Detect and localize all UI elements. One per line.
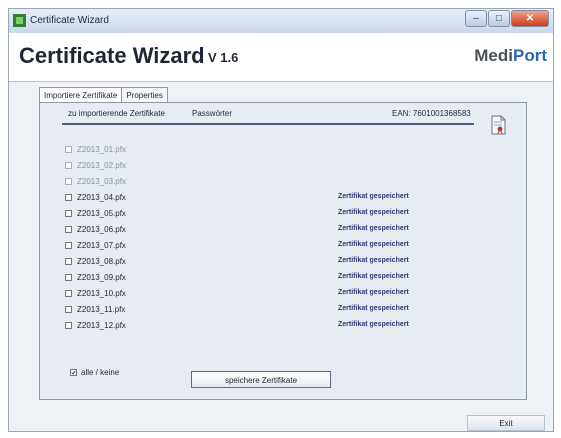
certificate-filename: Z2013_09.pfx xyxy=(77,273,126,282)
certificate-status: Zertifikat gespeichert xyxy=(338,305,409,312)
certificate-filename: Z2013_04.pfx xyxy=(77,193,126,202)
header-divider xyxy=(9,81,553,82)
title-bar: Certificate Wizard – □ ✕ xyxy=(9,9,553,34)
window-controls: – □ ✕ xyxy=(464,10,549,27)
certificate-checkbox[interactable] xyxy=(65,194,72,201)
certificate-checkbox[interactable] xyxy=(65,306,72,313)
window-title: Certificate Wizard xyxy=(30,15,109,26)
app-icon xyxy=(13,14,26,27)
select-all-checkbox[interactable] xyxy=(70,369,77,376)
certificate-status: Zertifikat gespeichert xyxy=(338,193,409,200)
certificate-filename: Z2013_10.pfx xyxy=(77,289,126,298)
ean-label: EAN: 7601001368583 xyxy=(392,109,471,118)
close-button[interactable]: ✕ xyxy=(511,10,549,27)
app-version: V 1.6 xyxy=(208,50,239,65)
certificate-filename: Z2013_01.pfx xyxy=(77,145,126,154)
certificate-status: Zertifikat gespeichert xyxy=(338,289,409,296)
certificate-status: Zertifikat gespeichert xyxy=(338,209,409,216)
certificate-status: Zertifikat gespeichert xyxy=(338,273,409,280)
certificate-filename: Z2013_08.pfx xyxy=(77,257,126,266)
certificate-status: Zertifikat gespeichert xyxy=(338,321,409,328)
certificate-status: Zertifikat gespeichert xyxy=(338,225,409,232)
certificate-checkbox[interactable] xyxy=(65,322,72,329)
certificate-filename: Z2013_05.pfx xyxy=(77,209,126,218)
certificate-checkbox[interactable] xyxy=(65,210,72,217)
certificate-wizard-window: Certificate Wizard – □ ✕ Certificate Wiz… xyxy=(8,8,554,432)
certificate-filename: Z2013_12.pfx xyxy=(77,321,126,330)
brand-part-2: Port xyxy=(513,46,547,65)
certificate-filename: Z2013_03.pfx xyxy=(77,177,126,186)
certificate-checkbox[interactable] xyxy=(65,274,72,281)
column-header-passwords: Passwörter xyxy=(192,109,233,118)
app-title: Certificate Wizard xyxy=(19,43,205,68)
action-area: alle / keine speichere Zertifikate xyxy=(39,358,527,400)
certificate-checkbox[interactable] xyxy=(65,258,72,265)
certificate-filename: Z2013_07.pfx xyxy=(77,241,126,250)
certificate-filename: Z2013_02.pfx xyxy=(77,161,126,170)
select-all-label: alle / keine xyxy=(81,368,120,377)
brand-logo: MediPort xyxy=(474,46,547,66)
window-footer: Exit xyxy=(9,412,553,431)
save-certificates-button[interactable]: speichere Zertifikate xyxy=(191,371,331,388)
column-header-certificates: zu importierende Zertifikate xyxy=(68,109,165,118)
certificate-filename: Z2013_11.pfx xyxy=(77,305,126,314)
certificate-filename: Z2013_06.pfx xyxy=(77,225,126,234)
certificate-checkbox[interactable] xyxy=(65,226,72,233)
certificate-document-icon[interactable] xyxy=(491,115,506,135)
certificate-checkbox[interactable] xyxy=(65,146,72,153)
minimize-button[interactable]: – xyxy=(465,10,487,27)
maximize-button[interactable]: □ xyxy=(488,10,510,27)
exit-button[interactable]: Exit xyxy=(467,415,545,431)
header-rule xyxy=(62,123,474,125)
certificate-status: Zertifikat gespeichert xyxy=(338,241,409,248)
certificate-checkbox[interactable] xyxy=(65,162,72,169)
brand-part-1: Medi xyxy=(474,46,513,65)
certificate-status: Zertifikat gespeichert xyxy=(338,257,409,264)
certificates-panel: zu importierende Zertifikate Passwörter … xyxy=(39,102,527,375)
app-header: Certificate Wizard V 1.6 MediPort xyxy=(9,33,553,81)
certificate-checkbox[interactable] xyxy=(65,290,72,297)
certificate-checkbox[interactable] xyxy=(65,242,72,249)
certificate-checkbox[interactable] xyxy=(65,178,72,185)
